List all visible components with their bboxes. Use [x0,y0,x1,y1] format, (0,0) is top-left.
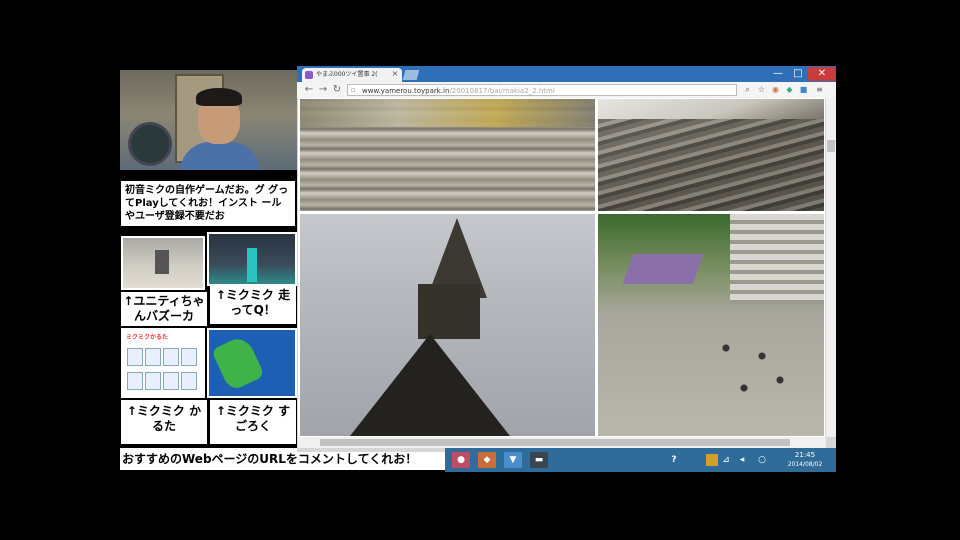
taskbar-app-icon[interactable]: ▬ [530,452,548,468]
webcam-fan [128,122,172,166]
taskbar-app-icon[interactable]: ● [452,452,470,468]
page-info-icon[interactable]: ▫ [351,86,356,94]
zoom-icon[interactable]: ⌕ [742,84,753,95]
streamer-hair [196,88,242,106]
help-icon[interactable]: ? [668,454,680,466]
webcam-feed [120,70,297,170]
thumb-hashire-game [207,232,297,286]
thumb-karuta-game: ミクミクかるた [121,328,205,398]
ime-icon[interactable]: ○ [756,454,768,466]
tab-title: やまぶ000ツイ置事 2( [316,71,378,78]
reload-button[interactable]: ↻ [331,83,343,97]
photo-temple-spire[interactable] [300,214,595,436]
bookmark-star-icon[interactable]: ☆ [756,84,767,95]
thumb-sugoroku-game [207,328,297,398]
forward-button[interactable]: → [317,83,329,97]
intro-text: 初音ミクの自作ゲームだお。グ グってPlayしてくれお！インスト ールやユーザ登… [121,181,295,226]
volume-icon[interactable]: ◂ [736,454,748,466]
horizontal-scrollbar-thumb[interactable] [320,439,790,446]
label-unity-game: ↑ユニティちゃ んバズーカ [121,292,207,326]
taskbar-app-icon[interactable]: ▼ [504,452,522,468]
menu-icon[interactable]: ≡ [814,84,825,95]
network-icon[interactable]: ⊿ [720,454,732,466]
thumb-unity-game [121,236,205,290]
label-hashire-game: ↑ミクミク 走ってQ！ [210,286,296,324]
photo-temple-courtyard[interactable] [598,214,824,436]
photo-temple-tiers[interactable] [598,99,824,211]
label-karuta-game: ↑ミクミク かるた [121,400,207,444]
clock-date[interactable]: 2014/08/02 [778,461,832,468]
maximize-button[interactable]: □ [788,67,808,81]
extension-icon[interactable]: ◆ [784,84,795,95]
label-sugoroku-game: ↑ミクミク すごろく [210,400,296,444]
vertical-scrollbar-thumb[interactable] [827,140,835,152]
url-host: www.yamerou.toypark.in [362,87,450,95]
favicon-icon [305,71,313,79]
tab-close-icon[interactable]: × [390,69,400,81]
new-tab-button[interactable] [402,70,420,80]
minimize-button[interactable]: — [768,67,788,81]
back-button[interactable]: ← [303,83,315,97]
extension-icon[interactable]: ◉ [770,84,781,95]
close-window-button[interactable]: ✕ [808,67,836,81]
photo-temple-carvings[interactable] [300,99,595,211]
browser-tab[interactable]: やまぶ000ツイ置事 2( [302,68,402,82]
extension-icon[interactable]: ■ [798,84,809,95]
clock-time[interactable]: 21:45 [778,451,832,459]
address-bar[interactable]: www.yamerou.toypark.in/20010817/bai/maki… [347,84,737,96]
karuta-title: ミクミクかるた [126,334,169,341]
url-path: /20010817/bai/makia2_2.html [449,87,555,95]
taskbar-app-icon[interactable]: ◆ [478,452,496,468]
tray-app-icon[interactable] [706,454,718,466]
